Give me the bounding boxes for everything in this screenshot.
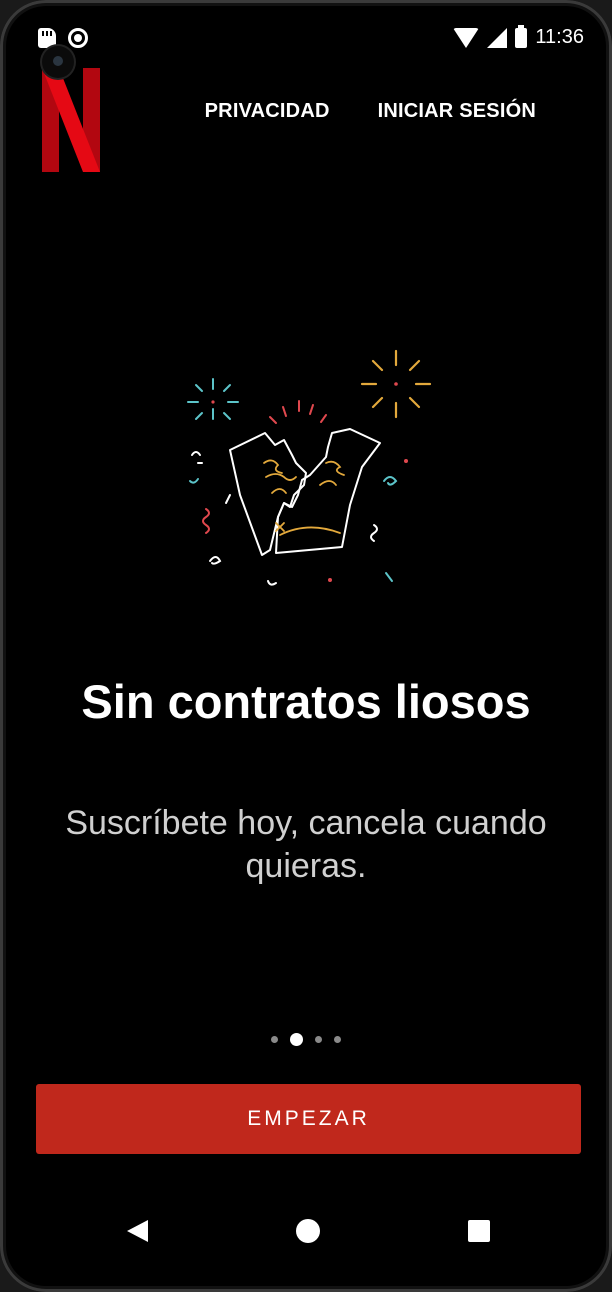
status-time: 11:36 <box>535 26 584 48</box>
netflix-logo <box>42 68 100 172</box>
sign-in-link[interactable]: INICIAR SESIÓN <box>378 100 536 123</box>
firework-right-center <box>394 382 398 386</box>
signal-icon <box>487 27 508 48</box>
status-right: 11:36 <box>453 24 584 49</box>
page-dot-4[interactable] <box>334 1036 341 1043</box>
sd-card-icon <box>38 28 56 48</box>
confetti <box>189 451 398 586</box>
battery-icon <box>515 24 528 48</box>
onboarding-subtext: Suscríbete hoy, cancela cuando quieras. <box>65 804 547 885</box>
broken-contract-illustration <box>187 349 432 586</box>
privacy-link[interactable]: PRIVACIDAD <box>205 100 330 123</box>
page-dot-3[interactable] <box>315 1036 322 1043</box>
torn-contract <box>229 428 381 556</box>
system-nav-bar <box>0 1196 612 1268</box>
top-nav: PRIVACIDAD INICIAR SESIÓN <box>205 100 536 123</box>
page-indicator[interactable] <box>0 1033 612 1046</box>
get-started-button[interactable]: EMPEZAR <box>36 1084 581 1154</box>
confetti-dot-red <box>404 459 408 463</box>
status-bar: 11:36 <box>0 0 612 78</box>
back-icon[interactable] <box>127 1220 148 1242</box>
home-icon[interactable] <box>296 1219 320 1243</box>
confetti-dot-red-2 <box>328 578 332 582</box>
page-dot-2-active[interactable] <box>290 1033 303 1046</box>
record-icon <box>68 28 88 48</box>
status-left <box>38 28 88 48</box>
page-dot-1[interactable] <box>271 1036 278 1043</box>
front-camera <box>42 46 74 78</box>
red-sparks <box>269 400 327 424</box>
phone-screen: 11:36 PRIVACIDAD INICIAR SESIÓN Sin cont… <box>0 0 612 1292</box>
onboarding-headline: Sin contratos liosos <box>81 675 531 728</box>
firework-left-center <box>211 400 215 404</box>
wifi-icon <box>453 27 480 48</box>
recents-icon[interactable] <box>468 1220 490 1242</box>
firework-left <box>187 378 239 420</box>
